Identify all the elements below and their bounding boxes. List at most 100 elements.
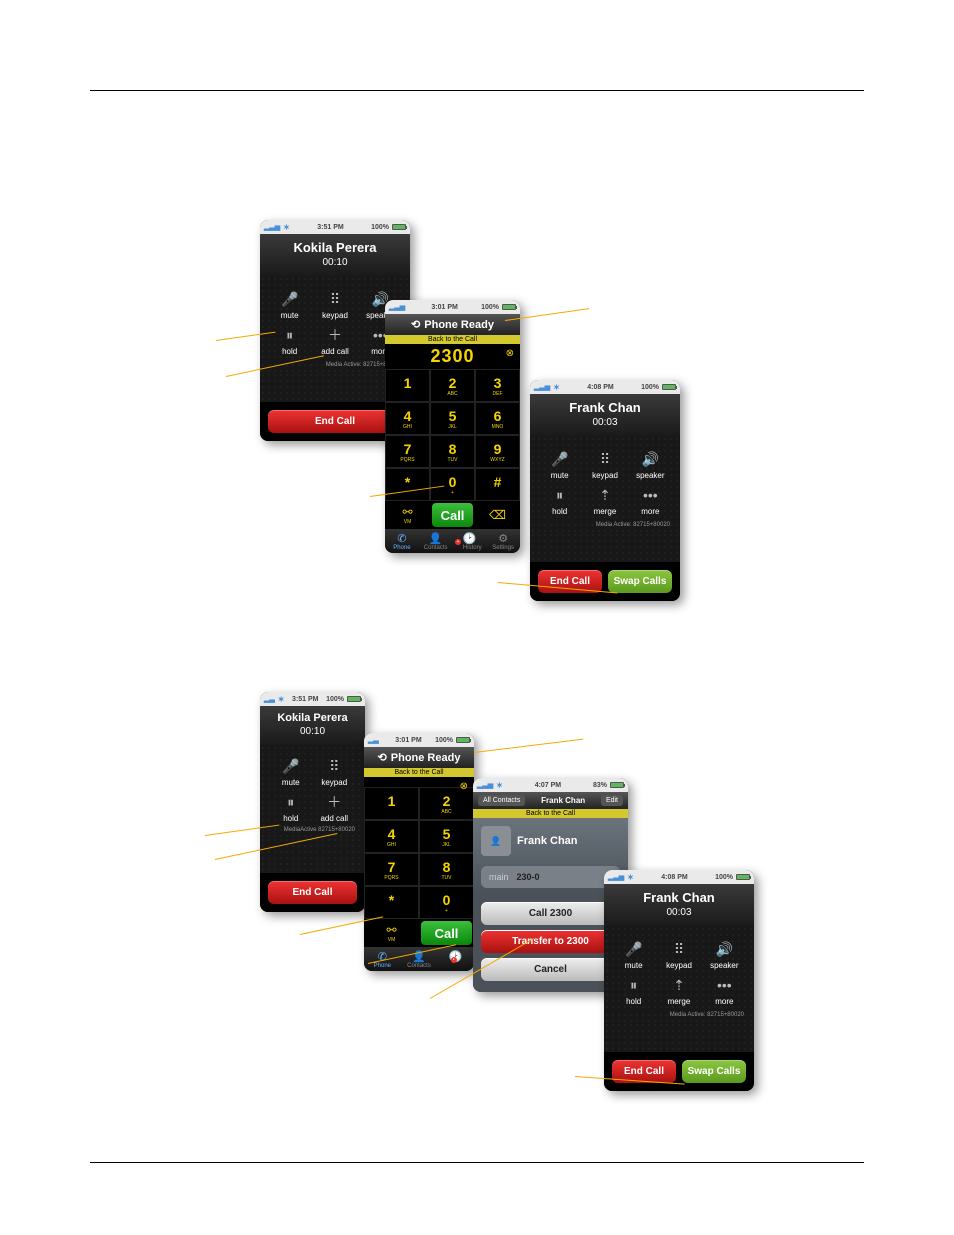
back-to-call-button[interactable]: Back to the Call bbox=[473, 809, 628, 818]
end-call-button[interactable]: End Call bbox=[268, 881, 357, 904]
merge-button[interactable]: ⇡merge bbox=[659, 976, 698, 1006]
hold-button[interactable]: ⏸hold bbox=[540, 486, 579, 516]
speaker-icon: 🔊 bbox=[631, 450, 670, 468]
refresh-icon: ⟲ bbox=[411, 318, 420, 331]
key-1[interactable]: 1 bbox=[364, 787, 419, 820]
contacts-icon: 👤 bbox=[419, 532, 453, 545]
key-5[interactable]: 5JKL bbox=[430, 402, 475, 435]
call-button[interactable]: Call bbox=[432, 503, 473, 527]
caller-name: Kokila Perera bbox=[260, 240, 410, 255]
tab-phone[interactable]: ✆Phone bbox=[385, 529, 419, 553]
battery-icon bbox=[347, 696, 361, 702]
key-8[interactable]: 8TUV bbox=[419, 853, 474, 886]
status-bar: ▂▃▅✶ 4:07 PM 83% bbox=[473, 778, 628, 792]
merge-button[interactable]: ⇡merge bbox=[585, 486, 624, 516]
tab-settings[interactable]: ⚙Settings bbox=[486, 529, 520, 553]
battery-icon bbox=[610, 782, 624, 788]
voicemail-button[interactable]: ⚯VM bbox=[385, 501, 430, 529]
tab-history[interactable]: 🕑• bbox=[437, 947, 474, 971]
clock: 3:01 PM bbox=[395, 737, 421, 744]
key-hash[interactable]: # bbox=[475, 468, 520, 501]
edit-button[interactable]: Edit bbox=[601, 795, 623, 806]
key-star[interactable]: * bbox=[385, 468, 430, 501]
battery-icon bbox=[456, 737, 470, 743]
back-to-call-button[interactable]: Back to the Call bbox=[385, 335, 520, 344]
key-0[interactable]: 0+ bbox=[419, 886, 474, 919]
key-2[interactable]: 2ABC bbox=[430, 369, 475, 402]
hold-button[interactable]: ⏸hold bbox=[614, 976, 653, 1006]
keypad-button[interactable]: ⠿keypad bbox=[316, 757, 354, 787]
cancel-button[interactable]: Cancel bbox=[481, 958, 620, 981]
call-contact-button[interactable]: Call 2300 bbox=[481, 902, 620, 925]
key-8[interactable]: 8TUV bbox=[430, 435, 475, 468]
gear-icon: ⚙ bbox=[486, 532, 520, 545]
swap-calls-button[interactable]: Swap Calls bbox=[608, 570, 672, 593]
add-call-button[interactable]: ＋add call bbox=[316, 793, 354, 823]
signal-icon: ▂▃▅ bbox=[389, 303, 405, 311]
keypad-icon: ⠿ bbox=[659, 940, 698, 958]
mute-button[interactable]: 🎤mute bbox=[540, 450, 579, 480]
phone-number: 230-0 bbox=[517, 872, 540, 882]
mute-icon: 🎤 bbox=[270, 290, 309, 308]
battery-icon bbox=[662, 384, 676, 390]
status-bar: ▂▃▅✶ 3:51 PM 100% bbox=[260, 220, 410, 234]
hold-button[interactable]: ⏸hold bbox=[270, 326, 309, 356]
status-bar: ▂▃▅ 3:01 PM 100% bbox=[385, 300, 520, 314]
voicemail-button[interactable]: ⚯VM bbox=[364, 919, 419, 947]
key-4[interactable]: 4GHI bbox=[385, 402, 430, 435]
tab-contacts[interactable]: 👤Contacts bbox=[401, 947, 438, 971]
speaker-button[interactable]: 🔊speaker bbox=[631, 450, 670, 480]
tab-history[interactable]: 🕑•History bbox=[453, 529, 487, 553]
key-3[interactable]: 3DEF bbox=[475, 369, 520, 402]
clear-icon[interactable]: ⊗ bbox=[506, 348, 514, 359]
nav-title: Frank Chan bbox=[541, 796, 585, 805]
key-9[interactable]: 9WXYZ bbox=[475, 435, 520, 468]
mute-button[interactable]: 🎤mute bbox=[272, 757, 310, 787]
key-7[interactable]: 7PQRS bbox=[385, 435, 430, 468]
more-icon: ••• bbox=[705, 976, 744, 994]
tab-contacts[interactable]: 👤Contacts bbox=[419, 529, 453, 553]
dialer-header: ⟲Phone Ready bbox=[385, 314, 520, 335]
more-button[interactable]: •••more bbox=[705, 976, 744, 1006]
transfer-button[interactable]: Transfer to 2300 bbox=[481, 930, 620, 953]
key-6[interactable]: 6MNO bbox=[475, 402, 520, 435]
keypad-button[interactable]: ⠿keypad bbox=[315, 290, 354, 320]
phone-number-row[interactable]: main 230-0 bbox=[481, 866, 620, 888]
clear-icon[interactable]: ⊗ bbox=[460, 781, 468, 792]
call-duration: 00:10 bbox=[260, 257, 410, 268]
battery-icon bbox=[736, 874, 750, 880]
avatar: 👤 bbox=[481, 826, 511, 856]
key-4[interactable]: 4GHI bbox=[364, 820, 419, 853]
mute-button[interactable]: 🎤mute bbox=[270, 290, 309, 320]
call-duration: 00:03 bbox=[604, 907, 754, 918]
end-call-button[interactable]: End Call bbox=[268, 410, 402, 433]
status-bar: ▂▃▅✶ 4:08 PM 100% bbox=[530, 380, 680, 394]
mute-icon: 🎤 bbox=[540, 450, 579, 468]
call-duration: 00:10 bbox=[260, 726, 365, 737]
backspace-button[interactable]: ⌫ bbox=[475, 501, 520, 529]
key-1[interactable]: 1 bbox=[385, 369, 430, 402]
more-button[interactable]: •••more bbox=[631, 486, 670, 516]
hold-button[interactable]: ⏸hold bbox=[272, 793, 310, 823]
call-button[interactable]: Call bbox=[421, 921, 472, 945]
mute-button[interactable]: 🎤mute bbox=[614, 940, 653, 970]
caller-name: Frank Chan bbox=[530, 400, 680, 415]
keypad-button[interactable]: ⠿keypad bbox=[585, 450, 624, 480]
clock: 3:51 PM bbox=[317, 224, 343, 231]
key-star[interactable]: * bbox=[364, 886, 419, 919]
keypad-button[interactable]: ⠿keypad bbox=[659, 940, 698, 970]
signal-icon: ▂▃ bbox=[368, 736, 379, 744]
dialed-number: 2300 bbox=[430, 346, 474, 366]
key-0[interactable]: 0+ bbox=[430, 468, 475, 501]
key-7[interactable]: 7PQRS bbox=[364, 853, 419, 886]
voicemail-icon: ⚯ bbox=[402, 505, 412, 519]
swap-calls-button[interactable]: Swap Calls bbox=[682, 1060, 746, 1083]
speaker-button[interactable]: 🔊speaker bbox=[705, 940, 744, 970]
back-to-call-button[interactable]: Back to the Call bbox=[364, 768, 474, 777]
key-5[interactable]: 5JKL bbox=[419, 820, 474, 853]
back-button[interactable]: All Contacts bbox=[478, 795, 525, 806]
add-call-button[interactable]: ＋add call bbox=[315, 326, 354, 356]
mute-icon: 🎤 bbox=[272, 757, 310, 775]
hold-icon: ⏸ bbox=[614, 976, 653, 994]
wifi-icon: ✶ bbox=[278, 695, 285, 704]
